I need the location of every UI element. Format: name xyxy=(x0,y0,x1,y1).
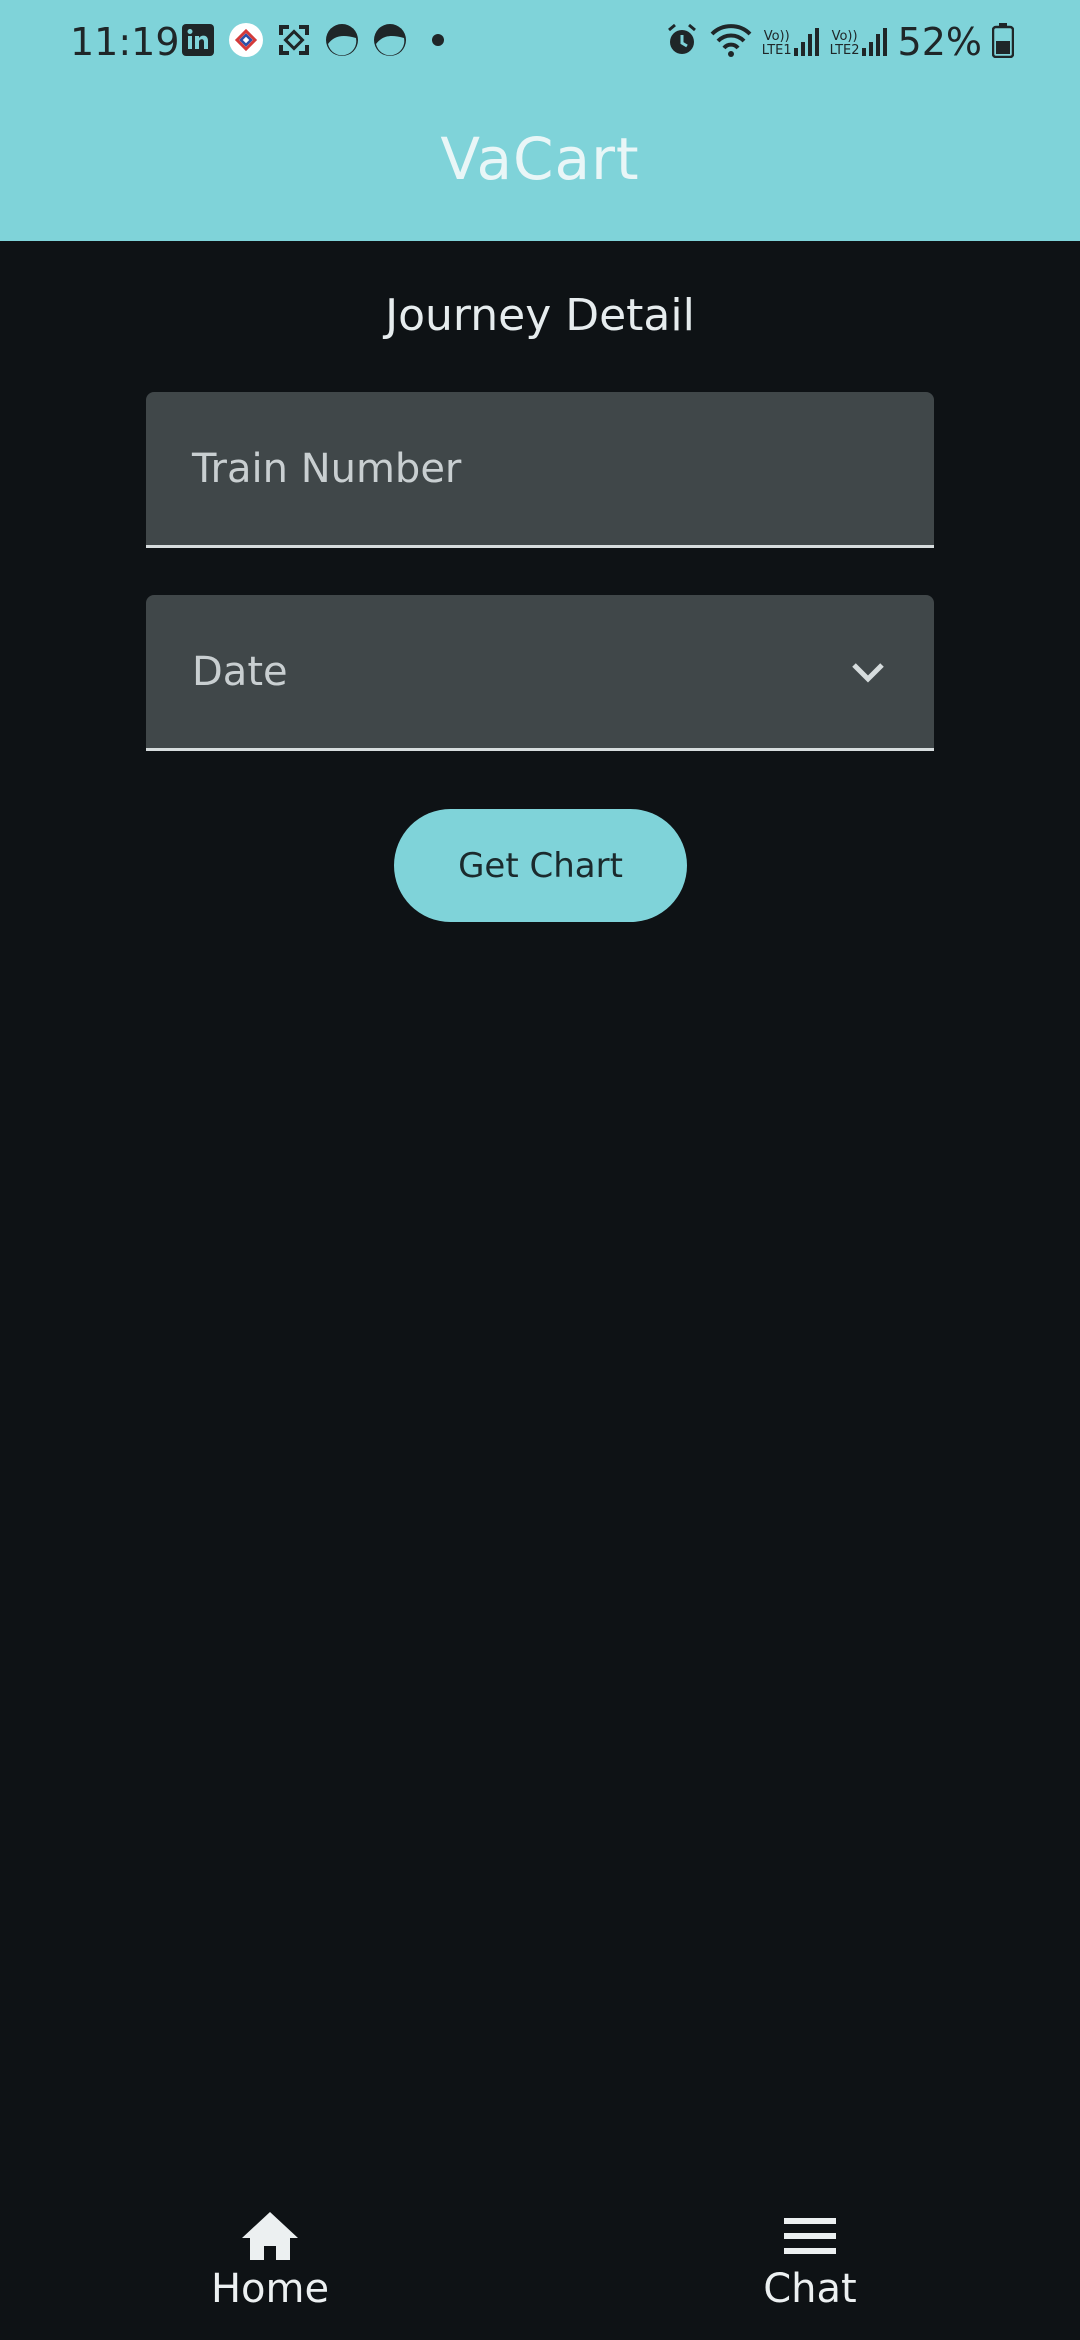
journey-detail-title: Journey Detail xyxy=(385,290,695,341)
dot-icon xyxy=(420,22,456,58)
nav-chat[interactable]: Chat xyxy=(710,2190,910,2340)
app-bar: 11:19 Vo)) LTE1 Vo)) LTE2 52% VaCart xyxy=(0,0,1080,241)
circle-half-icon xyxy=(324,22,360,58)
app-badge-icon xyxy=(228,22,264,58)
home-icon xyxy=(242,2212,298,2260)
app-title: VaCart xyxy=(440,125,640,193)
train-number-placeholder: Train Number xyxy=(192,445,462,492)
get-chart-button[interactable]: Get Chart xyxy=(394,809,687,922)
train-number-field[interactable]: Train Number xyxy=(146,392,934,548)
status-system-icons: Vo)) LTE1 Vo)) LTE2 52% xyxy=(664,20,1015,64)
signal-lte2-icon: Vo)) LTE2 xyxy=(830,26,888,58)
wifi-icon xyxy=(710,22,752,62)
lte1-label: LTE1 xyxy=(761,43,792,58)
status-bar: 11:19 Vo)) LTE1 Vo)) LTE2 52% xyxy=(0,0,1080,86)
lte2-label: LTE2 xyxy=(829,43,860,58)
volte-label: Vo)) xyxy=(763,29,790,44)
alarm-icon xyxy=(664,22,700,62)
nav-home-label: Home xyxy=(210,2266,330,2312)
nav-home[interactable]: Home xyxy=(170,2190,370,2340)
notification-icons xyxy=(180,22,456,58)
chevron-down-icon xyxy=(852,662,884,683)
screen: 11:19 Vo)) LTE1 Vo)) LTE2 52% VaCart Jou… xyxy=(0,0,1080,2340)
signal-lte1-icon: Vo)) LTE1 xyxy=(762,26,820,58)
volte-label: Vo)) xyxy=(831,29,858,44)
menu-icon xyxy=(784,2218,836,2254)
linkedin-icon xyxy=(180,22,216,58)
circle-half-icon xyxy=(372,22,408,58)
date-placeholder: Date xyxy=(192,648,288,695)
scan-icon xyxy=(276,22,312,58)
battery-percent: 52% xyxy=(897,20,982,64)
status-time: 11:19 xyxy=(70,20,180,64)
battery-icon xyxy=(991,22,1015,62)
bottom-navigation: Home Chat xyxy=(0,2190,1080,2340)
nav-chat-label: Chat xyxy=(763,2266,857,2312)
date-dropdown[interactable]: Date xyxy=(146,595,934,751)
